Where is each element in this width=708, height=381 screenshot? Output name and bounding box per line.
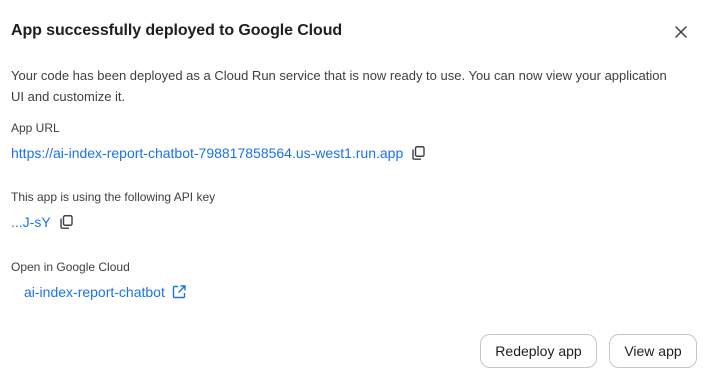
copy-icon — [59, 215, 73, 229]
cloud-label: Open in Google Cloud — [11, 260, 130, 274]
copy-api-key-button[interactable] — [59, 215, 73, 229]
open-in-new-button[interactable] — [172, 285, 186, 299]
api-key-label: This app is using the following API key — [11, 190, 216, 204]
cloud-console-link[interactable]: ai-index-report-chatbot — [24, 284, 165, 300]
dialog-title: App successfully deployed to Google Clou… — [11, 22, 343, 39]
copy-app-url-button[interactable] — [412, 146, 425, 160]
deploy-success-dialog: App successfully deployed to Google Clou… — [0, 0, 708, 381]
dialog-description: Your code has been deployed as a Cloud R… — [11, 68, 667, 104]
open-in-new-icon — [172, 285, 186, 299]
api-key-row: ...J-sY — [11, 214, 73, 230]
redeploy-app-button[interactable]: Redeploy app — [480, 334, 597, 368]
app-url-link[interactable]: https://ai-index-report-chatbot-79881785… — [11, 145, 403, 161]
cloud-link-row[interactable]: ai-index-report-chatbot — [24, 284, 186, 300]
close-icon — [675, 26, 687, 38]
app-url-label: App URL — [11, 121, 60, 135]
api-key-value[interactable]: ...J-sY — [11, 214, 51, 230]
copy-icon — [412, 146, 425, 160]
view-app-button[interactable]: View app — [609, 334, 697, 368]
close-button[interactable] — [670, 21, 692, 43]
app-url-row: https://ai-index-report-chatbot-79881785… — [11, 145, 425, 161]
